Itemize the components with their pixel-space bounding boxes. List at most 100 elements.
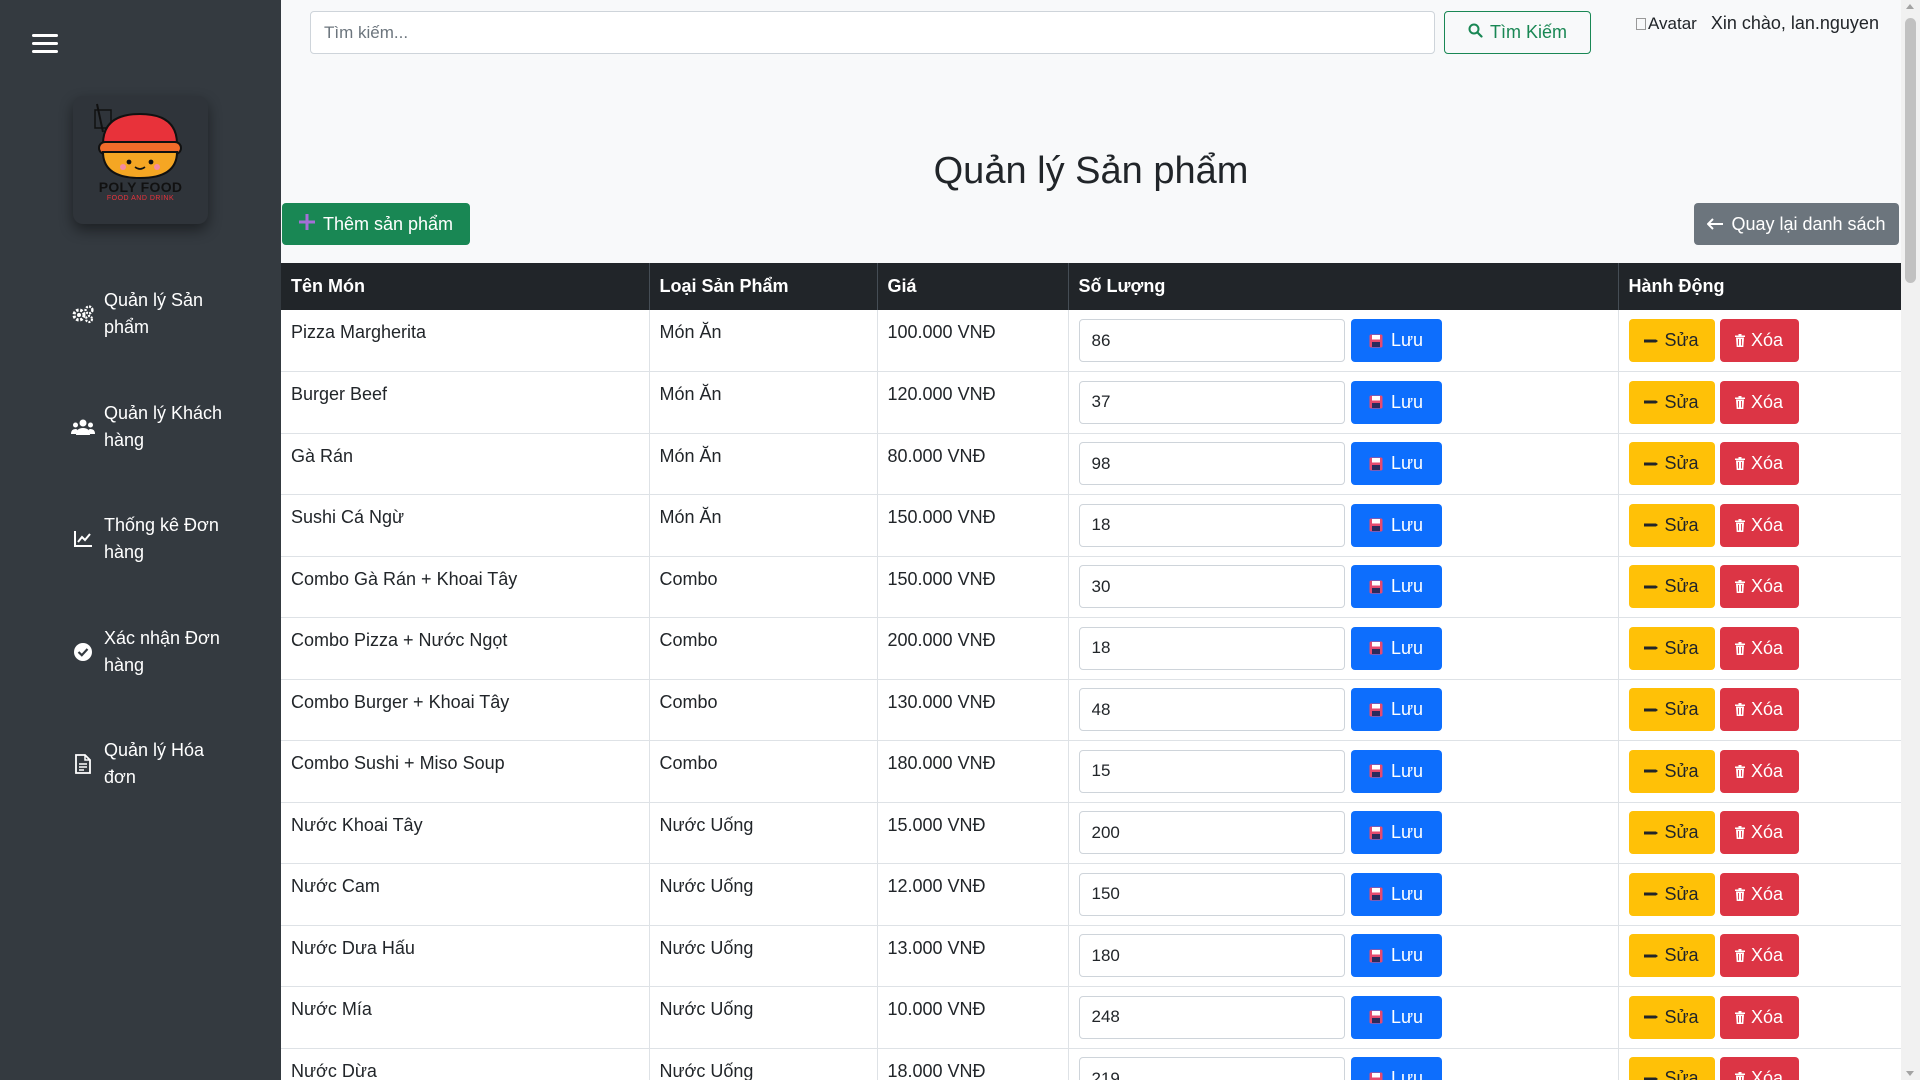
avatar[interactable]: Avatar (1636, 14, 1697, 34)
edit-label: Sửa (1664, 576, 1699, 597)
quantity-cell: Lưu (1068, 740, 1619, 803)
save-button[interactable]: Lưu (1350, 626, 1442, 670)
product-name-cell: Nước Dưa Hấu (281, 925, 650, 987)
save-button[interactable]: Lưu (1350, 811, 1442, 855)
quantity-cell: Lưu (1068, 802, 1619, 864)
floppy-disk-icon (1369, 949, 1383, 963)
edit-label: Sửa (1664, 637, 1699, 658)
avatar-alt-text: Avatar (1648, 13, 1697, 33)
edit-button[interactable]: Sửa (1628, 380, 1715, 424)
save-button[interactable]: Lưu (1350, 1057, 1442, 1080)
quantity-input[interactable] (1078, 503, 1345, 547)
sidebar-item-label: Quản lý Hóa đơn (104, 740, 205, 787)
floppy-disk-icon (1369, 703, 1383, 717)
quantity-input[interactable] (1078, 995, 1345, 1039)
quantity-input[interactable] (1078, 380, 1345, 424)
delete-button[interactable]: Xóa (1719, 872, 1799, 916)
page-scrollbar[interactable] (1901, 0, 1920, 1080)
quantity-input[interactable] (1078, 565, 1345, 609)
edit-button[interactable]: Sửa (1628, 872, 1715, 916)
quantity-cell: Lưu (1068, 556, 1619, 618)
quantity-input[interactable] (1078, 872, 1345, 916)
edit-label: Sửa (1664, 945, 1699, 966)
quantity-input[interactable] (1078, 1057, 1345, 1080)
delete-button[interactable]: Xóa (1719, 319, 1799, 362)
save-button[interactable]: Lưu (1350, 872, 1442, 916)
quantity-cell: Lưu (1068, 433, 1619, 495)
delete-button[interactable]: Xóa (1719, 995, 1799, 1039)
edit-label: Sửa (1664, 760, 1699, 781)
logo[interactable]: POLY FOOD FOOD AND DRINK (73, 96, 208, 224)
save-button[interactable]: Lưu (1350, 749, 1442, 793)
delete-button[interactable]: Xóa (1719, 442, 1799, 486)
edit-button[interactable]: Sửa (1628, 811, 1715, 855)
delete-button[interactable]: Xóa (1719, 565, 1799, 609)
save-button[interactable]: Lưu (1350, 319, 1442, 362)
save-button[interactable]: Lưu (1350, 565, 1442, 609)
pencil-icon (1644, 707, 1659, 713)
quantity-input[interactable] (1078, 319, 1345, 362)
sidebar-item-order-stats[interactable]: Thống kê Đơn hàng (70, 512, 240, 566)
quantity-input[interactable] (1078, 626, 1345, 670)
floppy-disk-icon (1369, 580, 1383, 594)
edit-button[interactable]: Sửa (1628, 565, 1715, 609)
delete-button[interactable]: Xóa (1719, 626, 1799, 670)
delete-button[interactable]: Xóa (1719, 688, 1799, 732)
search-button-label: Tìm Kiếm (1489, 22, 1567, 42)
table-row: Combo Burger + Khoai Tây Combo 130.000 VNĐ… (281, 679, 1902, 741)
menu-toggle-icon[interactable] (32, 34, 58, 54)
save-button[interactable]: Lưu (1350, 688, 1442, 732)
add-product-button[interactable]: Thêm sản phẩm (282, 203, 470, 245)
delete-label: Xóa (1750, 1068, 1784, 1080)
delete-button[interactable]: Xóa (1719, 380, 1799, 424)
product-type-cell: Nước Uống (649, 925, 878, 987)
save-button[interactable]: Lưu (1350, 503, 1442, 547)
product-type-cell: Combo (649, 556, 878, 618)
quantity-input[interactable] (1078, 811, 1345, 855)
delete-button[interactable]: Xóa (1719, 749, 1799, 793)
delete-label: Xóa (1750, 637, 1784, 658)
delete-button[interactable]: Xóa (1719, 1057, 1799, 1080)
edit-button[interactable]: Sửa (1628, 626, 1715, 670)
sidebar-item-products[interactable]: Quản lý Sản phẩm (70, 287, 240, 341)
sidebar-item-customers[interactable]: Quản lý Khách hàng (70, 400, 240, 454)
table-row: Combo Pizza + Nước NgọtCombo200.000 VNĐ L… (281, 617, 1902, 680)
delete-button[interactable]: Xóa (1719, 811, 1799, 855)
back-to-list-button[interactable]: Quay lại danh sách (1694, 203, 1899, 245)
delete-button[interactable]: Xóa (1719, 503, 1799, 547)
save-button[interactable]: Lưu (1350, 380, 1442, 424)
edit-button[interactable]: Sửa (1628, 319, 1715, 362)
broken-image-icon (1636, 17, 1646, 30)
quantity-input[interactable] (1078, 749, 1345, 793)
edit-button[interactable]: Sửa (1628, 1057, 1715, 1080)
save-button[interactable]: Lưu (1350, 934, 1442, 978)
scroll-up-icon[interactable] (1906, 4, 1914, 9)
edit-button[interactable]: Sửa (1628, 442, 1715, 486)
save-button[interactable]: Lưu (1350, 995, 1442, 1039)
edit-button[interactable]: Sửa (1628, 688, 1715, 732)
edit-button[interactable]: Sửa (1628, 503, 1715, 547)
sidebar-item-invoices[interactable]: Quản lý Hóa đơn (70, 737, 240, 791)
quantity-cell: Lưu (1068, 1048, 1619, 1080)
trash-icon (1734, 641, 1745, 655)
edit-button[interactable]: Sửa (1628, 995, 1715, 1039)
save-button[interactable]: Lưu (1350, 442, 1442, 486)
save-label: Lưu (1390, 453, 1424, 474)
actions-cell: Sửa Xóa (1618, 863, 1902, 926)
quantity-input[interactable] (1078, 688, 1345, 732)
add-product-label: Thêm sản phẩm (322, 213, 454, 234)
table-row: Combo Sushi + Miso SoupCombo180.000 VNĐ L… (281, 740, 1902, 803)
delete-button[interactable]: Xóa (1719, 934, 1799, 978)
search-button[interactable]: Tìm Kiếm (1444, 11, 1591, 54)
product-type-cell: Combo (649, 740, 878, 803)
table-row: Sushi Cá NgừMón Ăn150.000 VNĐ Lưu Sửa Xóa (281, 494, 1902, 557)
edit-label: Sửa (1664, 514, 1699, 535)
quantity-input[interactable] (1078, 934, 1345, 978)
edit-button[interactable]: Sửa (1628, 749, 1715, 793)
scroll-thumb[interactable] (1905, 18, 1916, 283)
quantity-input[interactable] (1078, 442, 1345, 486)
scroll-down-icon[interactable] (1906, 1071, 1914, 1076)
edit-button[interactable]: Sửa (1628, 934, 1715, 978)
sidebar-item-order-confirm[interactable]: Xác nhận Đơn hàng (70, 625, 240, 679)
search-input[interactable] (310, 11, 1435, 54)
